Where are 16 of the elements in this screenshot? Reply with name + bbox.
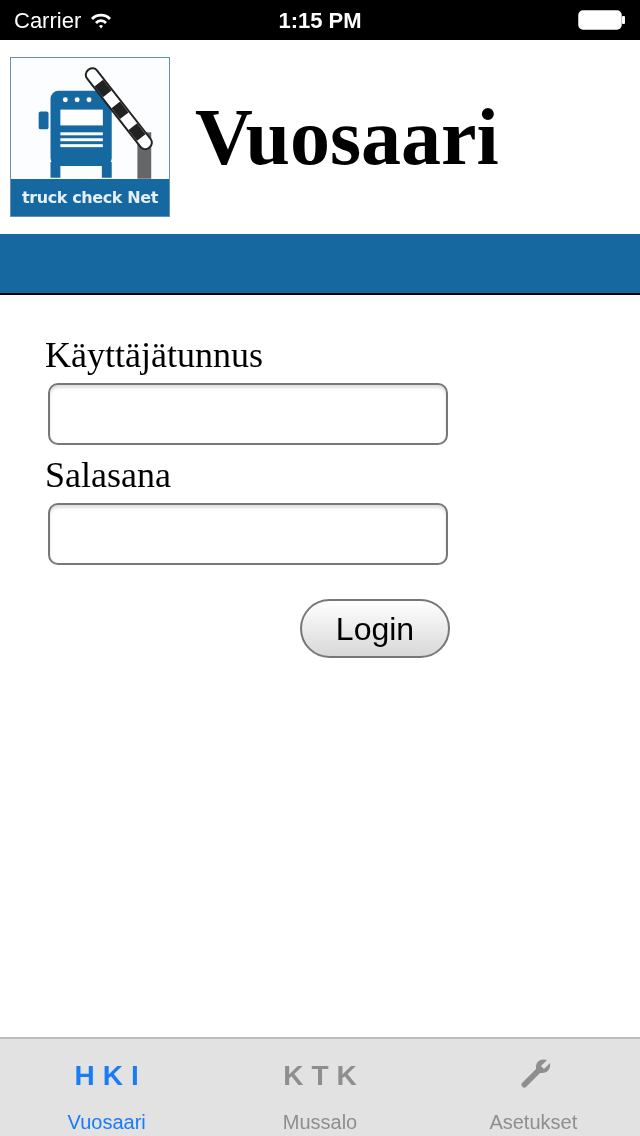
username-field[interactable]: [48, 383, 448, 445]
tab-icon-text: KTK: [282, 1059, 365, 1093]
tab[interactable]: HKI Vuosaari: [0, 1039, 214, 1136]
tab-icon-text: HKI: [73, 1059, 147, 1093]
clock-time: 1:15 PM: [278, 6, 362, 35]
tab[interactable]: Asetukset: [426, 1039, 640, 1136]
tab[interactable]: KTK Mussalo: [213, 1039, 427, 1136]
wifi-icon: [89, 11, 114, 29]
page-title: Vuosaari: [195, 97, 499, 177]
logo-text: truck check Net: [11, 179, 169, 216]
field-label: Salasana: [45, 454, 172, 497]
login-button[interactable]: Login: [300, 599, 450, 658]
battery-icon: [578, 10, 626, 30]
field-label: Käyttäjätunnus: [45, 334, 264, 377]
password-field[interactable]: [48, 503, 448, 565]
carrier-label: Carrier: [14, 6, 82, 35]
